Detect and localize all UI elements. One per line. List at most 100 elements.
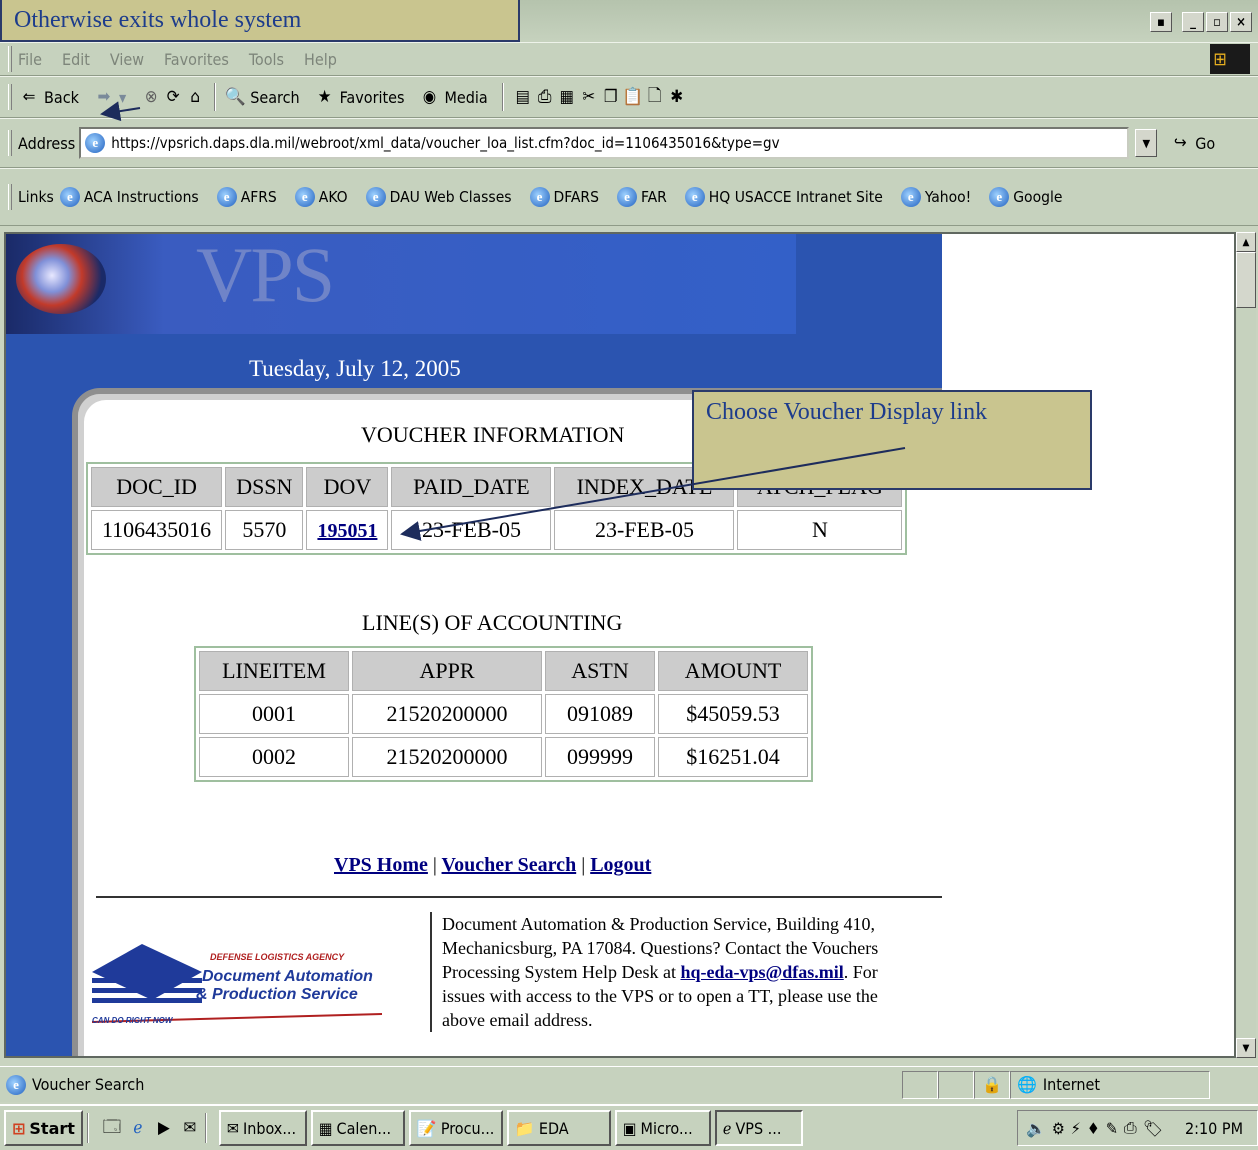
task-inbox[interactable]: ✉ Inbox...: [218, 1110, 307, 1146]
link-ako[interactable]: e AKO: [294, 187, 348, 207]
cell-appr: 21520200000: [352, 737, 542, 777]
link-google[interactable]: e Google: [989, 187, 1062, 207]
task-label: Inbox...: [242, 1118, 297, 1138]
link-afrs[interactable]: e AFRS: [216, 187, 277, 207]
edit-icon[interactable]: ▦: [556, 86, 578, 108]
links-label: Links: [18, 188, 54, 206]
forward-button[interactable]: ➡ ▾: [93, 86, 127, 108]
refresh-icon[interactable]: ⟳: [162, 86, 184, 108]
cell-index-date: 23-FEB-05: [554, 510, 735, 550]
task-label: Calen...: [336, 1118, 392, 1138]
status-cell: [902, 1070, 938, 1099]
link-far[interactable]: e FAR: [616, 187, 667, 207]
taskbar: ⊞ Start 🗔 ℯ ▶ ✉ ✉ Inbox... ▦ Calen... 📝 Proc…: [0, 1104, 1258, 1150]
ie-page-icon: e: [85, 133, 106, 153]
globe-mouse-graphic: [16, 244, 106, 314]
maximize-button[interactable]: ▫: [1206, 12, 1228, 32]
logout-link[interactable]: Logout: [590, 854, 651, 876]
task-label: VPS ...: [735, 1118, 782, 1138]
scroll-down-icon[interactable]: ▼: [1236, 1038, 1256, 1058]
back-label: Back: [44, 87, 79, 107]
callout-voucher-note: Choose Voucher Display link: [692, 390, 1092, 490]
cell-doc-id: 1106435016: [91, 510, 223, 550]
tray-security-icon[interactable]: ♦: [1087, 1119, 1100, 1138]
menu-edit[interactable]: Edit: [62, 50, 90, 69]
favorites-button[interactable]: ★ Favorites: [314, 86, 405, 108]
menu-help[interactable]: Help: [304, 50, 337, 69]
voucher-display-link[interactable]: 195051: [317, 520, 377, 542]
dla-agency-text: DEFENSE LOGISTICS AGENCY: [210, 952, 345, 962]
helpdesk-email-link[interactable]: hq-eda-vps@dfas.mil: [680, 962, 843, 982]
link-aca-instructions[interactable]: e ACA Instructions: [59, 187, 199, 207]
home-icon[interactable]: ⌂: [184, 86, 206, 108]
col-doc-id: DOC_ID: [91, 467, 223, 507]
print-icon[interactable]: ⎙: [534, 86, 556, 108]
quicklaunch-outlook-icon[interactable]: ✉: [179, 1117, 201, 1139]
task-procurement[interactable]: 📝 Procu...: [408, 1110, 503, 1146]
link-dau-web-classes[interactable]: e DAU Web Classes: [365, 187, 512, 207]
tray-network-icon[interactable]: ⚡: [1071, 1119, 1081, 1138]
volume-icon[interactable]: 🔈: [1026, 1119, 1046, 1138]
dla-daps-logo: DEFENSE LOGISTICS AGENCY Document Automa…: [91, 932, 392, 1032]
scroll-thumb[interactable]: [1236, 252, 1256, 308]
task-vps[interactable]: ℯ VPS ...: [714, 1110, 803, 1146]
cell-dov: 195051: [306, 510, 389, 550]
windows-flag-icon: ⊞: [12, 1118, 26, 1138]
vertical-scrollbar[interactable]: ▲ ▼: [1236, 232, 1256, 1058]
vps-home-link[interactable]: VPS Home: [334, 854, 428, 876]
paste-icon[interactable]: 📋: [622, 86, 644, 108]
favorites-icon: ★: [317, 87, 332, 107]
link-dfars[interactable]: e DFARS: [529, 187, 599, 207]
window-controls: ▪ _ ▫ ×: [1150, 12, 1252, 32]
voucher-info-title: VOUCHER INFORMATION: [361, 422, 625, 447]
menu-favorites[interactable]: Favorites: [164, 50, 229, 69]
search-label: Search: [250, 87, 300, 107]
page-viewport: VPS Tuesday, July 12, 2005 VOUCHER INFOR…: [4, 232, 1236, 1058]
media-button[interactable]: ◉ Media: [418, 86, 488, 108]
tray-printer-icon[interactable]: ⎙: [1124, 1118, 1137, 1138]
tray-edit-icon[interactable]: ✎: [1106, 1119, 1118, 1138]
cell-amount: $16251.04: [658, 737, 808, 777]
back-button[interactable]: ⇐ Back: [18, 86, 79, 108]
col-astn: ASTN: [545, 651, 655, 691]
restore-icon[interactable]: ▪: [1150, 12, 1172, 32]
quicklaunch-ie-icon[interactable]: ℯ: [127, 1117, 149, 1139]
task-eda[interactable]: 📁 EDA: [506, 1110, 611, 1146]
tray-tag-icon[interactable]: 🏷: [1143, 1119, 1163, 1138]
search-button[interactable]: 🔍 Search: [224, 86, 300, 108]
preview-icon[interactable]: 🗋: [644, 86, 666, 108]
lock-icon: 🔒: [974, 1070, 1010, 1099]
link-hq-usacce[interactable]: e HQ USACCE Intranet Site: [684, 187, 883, 207]
go-button[interactable]: ↪ Go: [1169, 132, 1215, 154]
menu-view[interactable]: View: [110, 50, 144, 69]
callout-back-note: Otherwise exits whole system: [0, 0, 520, 42]
translate-icon[interactable]: ✱: [666, 86, 688, 108]
copy-icon[interactable]: ❐: [600, 86, 622, 108]
address-input[interactable]: e https://vpsrich.daps.dla.mil/webroot/x…: [79, 127, 1130, 159]
quicklaunch-media-icon[interactable]: ▶: [153, 1117, 175, 1139]
menu-tools[interactable]: Tools: [249, 50, 284, 69]
task-calendar[interactable]: ▦ Calen...: [310, 1110, 405, 1146]
task-microsoft[interactable]: ▣ Micro...: [614, 1110, 711, 1146]
cell-dssn: 5570: [225, 510, 304, 550]
start-button[interactable]: ⊞ Start: [4, 1110, 83, 1146]
cell-lineitem: 0002: [199, 737, 349, 777]
link-yahoo[interactable]: e Yahoo!: [900, 187, 971, 207]
scroll-up-icon[interactable]: ▲: [1236, 232, 1256, 252]
quicklaunch-desktop-icon[interactable]: 🗔: [101, 1117, 123, 1139]
menu-file[interactable]: File: [18, 50, 42, 69]
voucher-search-link[interactable]: Voucher Search: [442, 854, 577, 876]
close-button[interactable]: ×: [1230, 12, 1252, 32]
address-bar: Address e https://vpsrich.daps.dla.mil/w…: [0, 118, 1258, 168]
history-icon[interactable]: ▤: [512, 86, 534, 108]
task-label: EDA: [538, 1118, 569, 1138]
blue-sidebar: [6, 234, 72, 1056]
stop-icon[interactable]: ⊗: [140, 86, 162, 108]
cut-icon[interactable]: ✂: [578, 86, 600, 108]
minimize-button[interactable]: _: [1182, 12, 1204, 32]
tray-app-icon[interactable]: ⚙: [1052, 1119, 1065, 1138]
ie-icon: e: [216, 187, 237, 207]
clock: 2:10 PM: [1185, 1118, 1243, 1138]
current-date: Tuesday, July 12, 2005: [249, 356, 461, 381]
address-dropdown[interactable]: ▼: [1135, 129, 1158, 157]
